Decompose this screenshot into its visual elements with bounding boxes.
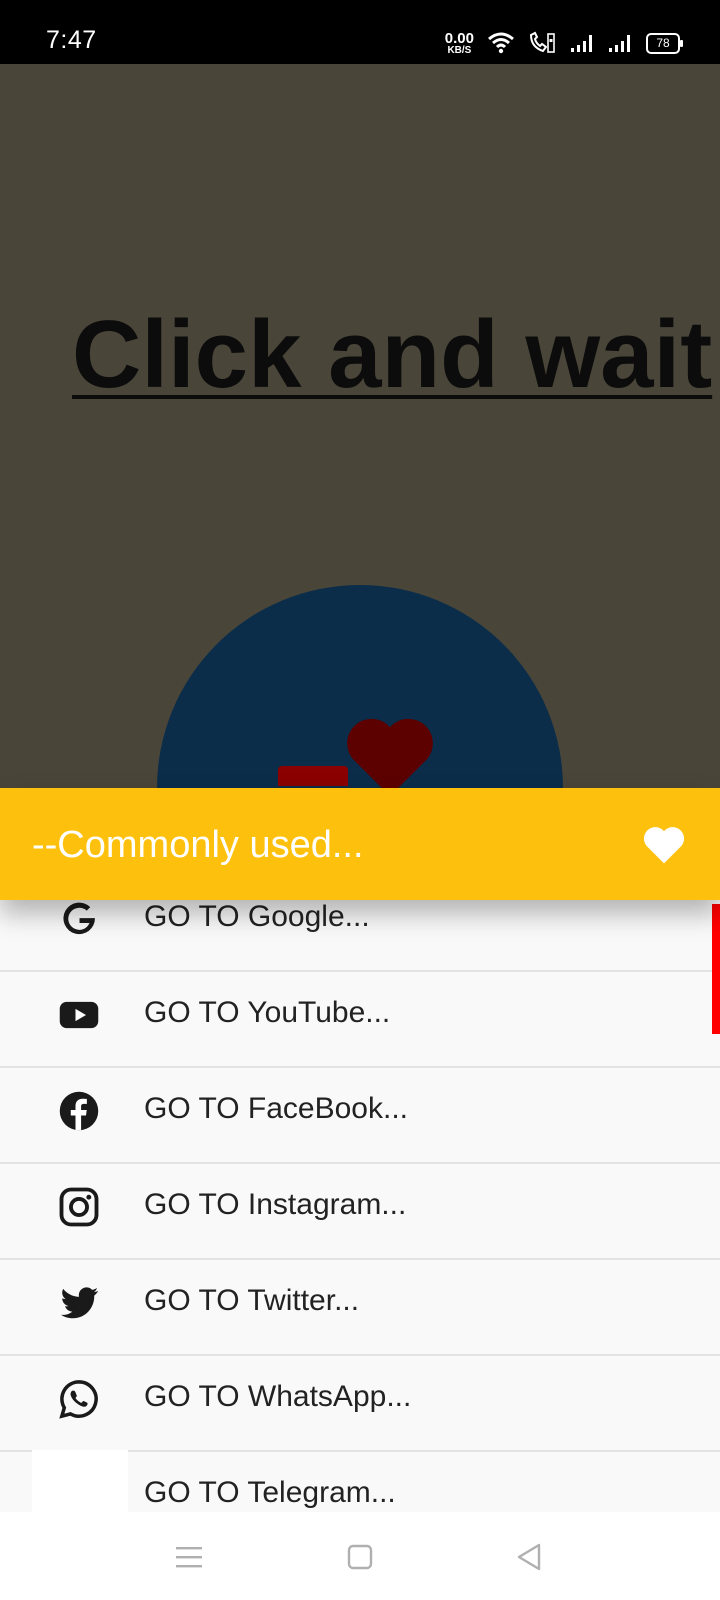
section-title: --Commonly used...	[32, 824, 364, 866]
youtube-icon	[59, 1001, 99, 1029]
circle-content-peek	[278, 766, 348, 786]
main-area: Click and wait	[0, 64, 720, 788]
status-bar: 7:47 0.00 KB/S 78	[0, 0, 720, 64]
navigation-bar	[0, 1512, 720, 1600]
link-label: GO TO Telegram...	[144, 1476, 396, 1509]
telegram-icon-placeholder	[32, 1450, 128, 1512]
link-list: GO TO Google... GO TO YouTube... GO TO F…	[0, 900, 720, 1512]
link-item-youtube[interactable]: GO TO YouTube...	[0, 970, 720, 1068]
heart-icon	[347, 718, 433, 788]
link-item-facebook[interactable]: GO TO FaceBook...	[0, 1066, 720, 1164]
link-item-telegram[interactable]: GO TO Telegram...	[0, 1450, 720, 1512]
link-label: GO TO Twitter...	[144, 1284, 360, 1317]
status-icons: 0.00 KB/S 78	[445, 28, 683, 58]
network-speed: 0.00 KB/S	[445, 31, 474, 56]
menu-icon[interactable]	[174, 1542, 204, 1572]
signal-icon	[571, 35, 592, 52]
instagram-icon	[59, 1187, 99, 1227]
signal-icon	[609, 35, 630, 52]
scrollbar-thumb[interactable]	[712, 904, 720, 1034]
status-time: 7:47	[46, 26, 97, 54]
back-icon[interactable]	[515, 1542, 545, 1572]
link-label: GO TO Instagram...	[144, 1188, 407, 1221]
link-item-instagram[interactable]: GO TO Instagram...	[0, 1162, 720, 1260]
google-icon	[63, 902, 95, 935]
link-label: GO TO YouTube...	[144, 996, 391, 1029]
home-icon[interactable]	[345, 1542, 375, 1572]
link-item-twitter[interactable]: GO TO Twitter...	[0, 1258, 720, 1356]
link-label: GO TO Google...	[144, 900, 370, 933]
link-label: GO TO WhatsApp...	[144, 1380, 412, 1413]
link-item-google[interactable]: GO TO Google...	[0, 900, 720, 972]
page-title[interactable]: Click and wait	[72, 300, 712, 410]
twitter-icon	[60, 1287, 99, 1319]
wifi-icon	[488, 32, 514, 54]
volte-call-icon	[529, 31, 555, 53]
network-speed-unit: KB/S	[447, 44, 472, 56]
link-item-whatsapp[interactable]: GO TO WhatsApp...	[0, 1354, 720, 1452]
facebook-icon	[59, 1091, 99, 1131]
battery-indicator: 78	[646, 32, 683, 54]
link-label: GO TO FaceBook...	[144, 1092, 408, 1125]
network-speed-value: 0.00	[444, 29, 474, 47]
heart-icon[interactable]	[642, 824, 686, 866]
whatsapp-icon	[59, 1380, 98, 1419]
section-header: --Commonly used...	[0, 788, 720, 900]
